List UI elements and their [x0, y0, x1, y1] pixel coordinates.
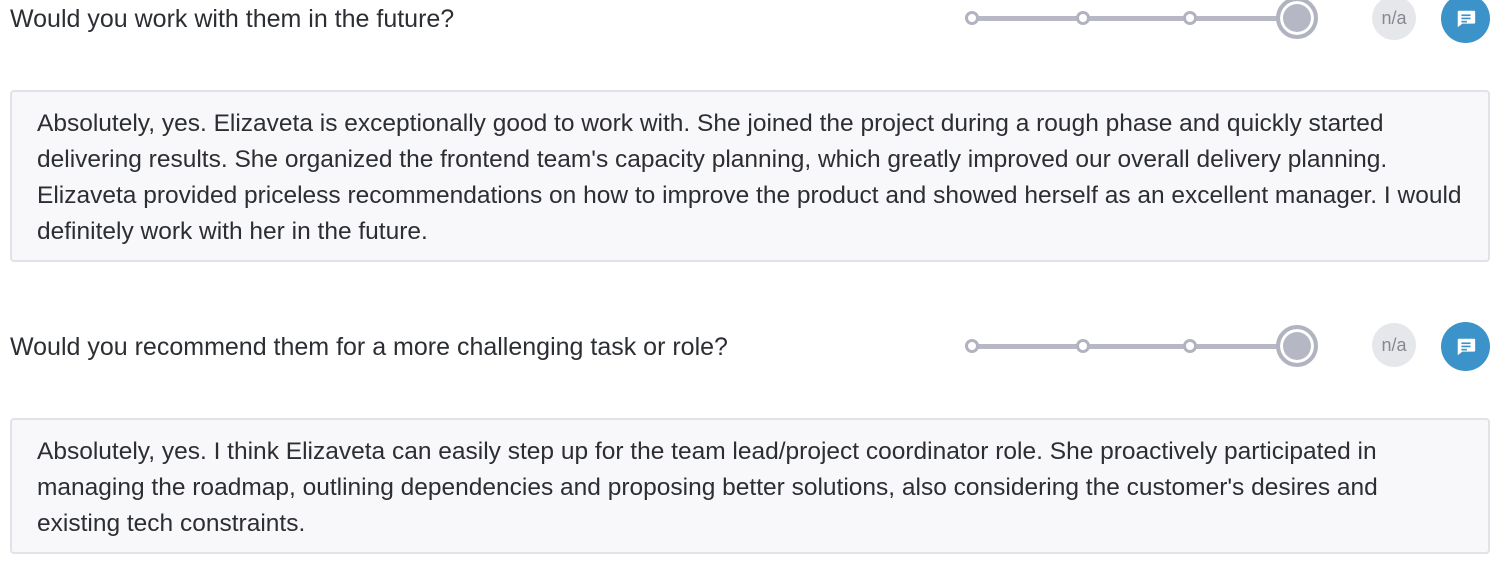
rating-option-3[interactable]: [1183, 11, 1197, 25]
comment-button[interactable]: [1441, 322, 1490, 371]
answer-text-box: Absolutely, yes. Elizaveta is exceptiona…: [10, 90, 1490, 262]
na-button[interactable]: n/a: [1372, 323, 1416, 367]
rating-scale[interactable]: [962, 324, 1322, 368]
na-button[interactable]: n/a: [1372, 0, 1416, 40]
rating-option-1[interactable]: [965, 339, 979, 353]
rating-option-3[interactable]: [1183, 339, 1197, 353]
rating-track: [976, 16, 1298, 21]
rating-option-4-selected[interactable]: [1276, 0, 1318, 39]
rating-scale[interactable]: [962, 0, 1322, 40]
comment-icon: [1457, 10, 1475, 27]
rating-option-2[interactable]: [1076, 11, 1090, 25]
comment-icon: [1457, 338, 1475, 355]
rating-option-1[interactable]: [965, 11, 979, 25]
rating-option-4-selected[interactable]: [1276, 325, 1318, 367]
answer-text-box: Absolutely, yes. I think Elizaveta can e…: [10, 418, 1490, 554]
question-text: Would you work with them in the future?: [10, 5, 455, 33]
question-text: Would you recommend them for a more chal…: [10, 333, 728, 361]
comment-button[interactable]: [1441, 0, 1490, 43]
rating-option-2[interactable]: [1076, 339, 1090, 353]
rating-track: [976, 344, 1298, 349]
